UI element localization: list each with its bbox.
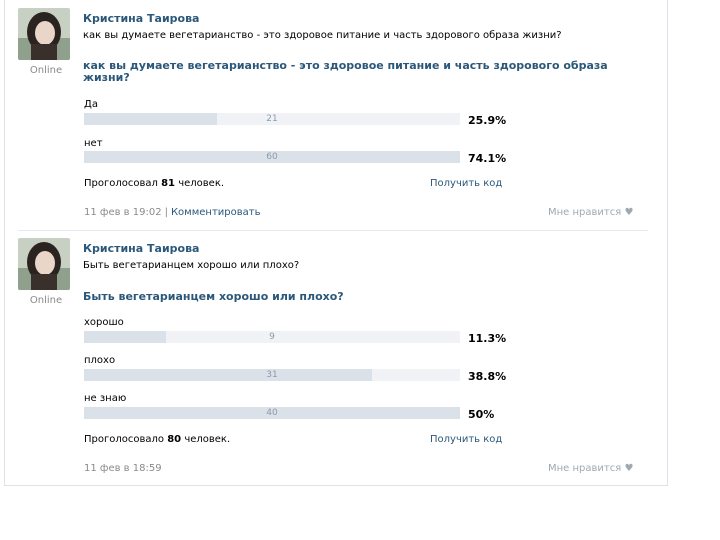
meta-separator: | xyxy=(164,207,168,218)
poll-option-percent: 11.3% xyxy=(468,332,507,345)
poll-post: Online Кристина Таирова Быть вегетарианц… xyxy=(18,238,648,478)
avatar-photo-icon xyxy=(18,238,70,290)
get-code-link[interactable]: Получить код xyxy=(430,434,502,445)
author-name[interactable]: Кристина Таирова xyxy=(83,12,199,25)
avatar[interactable] xyxy=(18,238,70,290)
heart-icon: ♥ xyxy=(624,207,634,218)
post-text: как вы думаете вегетарианство - это здор… xyxy=(83,30,562,41)
poll-option-percent: 25.9% xyxy=(468,114,507,127)
poll-option-percent: 38.8% xyxy=(468,370,507,383)
poll-title: Быть вегетарианцем хорошо или плохо? xyxy=(83,290,344,303)
poll-option-label[interactable]: не знаю xyxy=(84,393,126,404)
votes-suffix: человек. xyxy=(184,434,231,445)
votes-prefix: Проголосовал xyxy=(84,178,158,189)
poll-option-count: 9 xyxy=(269,332,275,342)
online-status: Online xyxy=(29,295,63,306)
post-date[interactable]: 11 фев в 18:59 xyxy=(84,463,162,474)
like-label: Мне нравится xyxy=(548,207,622,218)
poll-option-count: 31 xyxy=(266,370,278,380)
post-text: Быть вегетарианцем хорошо или плохо? xyxy=(83,260,300,271)
author-name[interactable]: Кристина Таирова xyxy=(83,242,199,255)
poll-option-bar[interactable]: 21 xyxy=(84,113,460,125)
poll-option-count: 21 xyxy=(266,114,278,124)
votes-prefix: Проголосовало xyxy=(84,434,165,445)
poll-option-label[interactable]: Да xyxy=(84,99,98,110)
poll-post: Online Кристина Таирова как вы думаете в… xyxy=(18,8,648,228)
like-button[interactable]: Мне нравится ♥ xyxy=(548,207,633,218)
votes-count: 80 xyxy=(167,434,182,445)
get-code-link[interactable]: Получить код xyxy=(430,178,502,189)
comment-link[interactable]: Комментировать xyxy=(171,207,261,218)
poll-option-bar[interactable]: 9 xyxy=(84,331,460,343)
post-divider xyxy=(18,230,648,231)
poll-option-percent: 50% xyxy=(468,408,495,421)
poll-option-bar[interactable]: 60 xyxy=(84,151,460,163)
votes-summary: Проголосовало 80 человек. xyxy=(84,434,230,445)
poll-option-label[interactable]: хорошо xyxy=(84,317,124,328)
poll-option-count: 40 xyxy=(266,408,278,418)
post-date[interactable]: 11 фев в 19:02 xyxy=(84,207,162,218)
online-status: Online xyxy=(29,65,63,76)
avatar-photo-icon xyxy=(18,8,70,60)
votes-count: 81 xyxy=(161,178,176,189)
votes-summary: Проголосовал 81 человек. xyxy=(84,178,224,189)
poll-option-label[interactable]: нет xyxy=(84,138,103,149)
poll-option-bar[interactable]: 40 xyxy=(84,407,460,419)
poll-option-bar[interactable]: 31 xyxy=(84,369,460,381)
post-meta: 11 фев в 19:02 | Комментировать xyxy=(84,207,260,218)
poll-option-label[interactable]: плохо xyxy=(84,355,115,366)
votes-suffix: человек. xyxy=(178,178,225,189)
poll-option-count: 60 xyxy=(266,152,278,162)
poll-option-percent: 74.1% xyxy=(468,152,507,165)
avatar[interactable] xyxy=(18,8,70,60)
like-button[interactable]: Мне нравится ♥ xyxy=(548,463,633,474)
heart-icon: ♥ xyxy=(624,463,634,474)
like-label: Мне нравится xyxy=(548,463,622,474)
poll-title: как вы думаете вегетарианство - это здор… xyxy=(83,59,608,84)
